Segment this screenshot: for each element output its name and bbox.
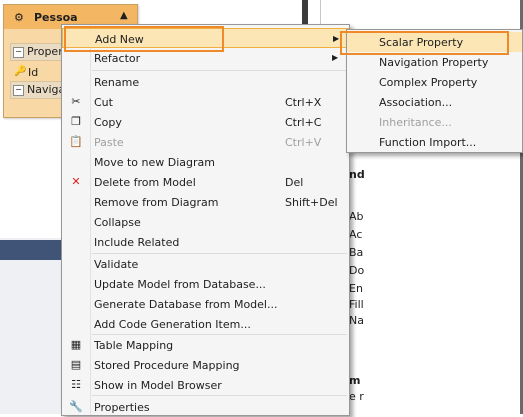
copy-icon: ❐ [71,115,81,128]
menu-item-label: Generate Database from Model... [94,298,278,311]
menu-separator [92,395,347,396]
menu-item-label: Delete from Model [94,176,196,189]
collapse-chevron-icon[interactable]: ▲ [120,10,128,21]
wrench-icon: 🔧 [69,400,83,413]
menu-item-label: Complex Property [379,76,478,89]
right-panel-text: Ac [349,228,363,241]
menu-item-update-model[interactable]: Update Model from Database... [62,274,349,294]
menu-item-collapse[interactable]: Collapse [62,212,349,232]
menu-item-label: Remove from Diagram [94,196,219,209]
right-panel-text: Ab [349,210,364,223]
menu-item-stored-procedure-mapping[interactable]: ▤ Stored Procedure Mapping [62,355,349,375]
menu-item-properties[interactable]: 🔧 Properties [62,397,349,417]
delete-x-icon: ✕ [71,175,81,188]
menu-item-label: Copy [94,116,122,129]
right-panel-text: e r [349,390,364,403]
menu-separator [92,70,347,71]
menu-item-include-related[interactable]: Include Related [62,232,349,252]
background-divider [302,0,308,26]
submenu-item-inheritance[interactable]: Inheritance... [347,112,522,132]
stored-procedure-icon: ▤ [70,358,82,371]
submenu-item-association[interactable]: Association... [347,92,522,112]
key-icon: 🔑 [14,66,27,77]
entity-section-navigation[interactable]: − Navigat [10,81,68,99]
menu-item-label: Cut [94,96,113,109]
highlight-outline [340,31,509,55]
menu-item-label: Function Import... [379,136,477,149]
menu-item-generate-database[interactable]: Generate Database from Model... [62,294,349,314]
background-title-band [0,240,62,260]
menu-item-label: Update Model from Database... [94,278,266,291]
menu-item-label: Navigation Property [379,56,489,69]
background-panel [0,238,62,414]
top-right-panel [320,0,523,28]
menu-item-shortcut: Shift+Del [285,196,338,209]
menu-item-label: Inheritance... [379,116,452,129]
entity-property-id[interactable]: Id [28,66,38,79]
menu-item-label: Add Code Generation Item... [94,318,251,331]
submenu-item-complex-property[interactable]: Complex Property [347,72,522,92]
menu-item-label: Move to new Diagram [94,156,215,169]
right-panel-text: En [349,282,363,295]
right-panel-text: m [349,374,361,387]
menu-item-label: Stored Procedure Mapping [94,359,240,372]
menu-item-label: Rename [94,76,140,89]
menu-item-label: Collapse [94,216,141,229]
menu-item-label: Validate [94,258,139,271]
menu-item-shortcut: Ctrl+X [285,96,322,109]
submenu-arrow-icon: ▶ [333,34,340,43]
paste-icon: 📋 [69,135,83,148]
menu-item-label: Refactor [94,52,141,65]
menu-item-label: Paste [94,136,124,149]
menu-item-remove-from-diagram[interactable]: Remove from Diagram Shift+Del [62,192,349,212]
menu-item-label: Properties [94,401,150,414]
collapse-toggle-icon[interactable]: − [13,46,24,58]
collapse-toggle-icon[interactable]: − [13,84,24,96]
menu-item-add-code-generation[interactable]: Add Code Generation Item... [62,314,349,334]
menu-item-shortcut: Del [285,176,304,189]
submenu-item-function-import[interactable]: Function Import... [347,132,522,152]
menu-item-copy[interactable]: ❐ Copy Ctrl+C [62,112,349,132]
table-mapping-icon: ▦ [70,338,82,351]
right-panel-text: Do [349,264,365,277]
menu-item-shortcut: Ctrl+C [285,116,322,129]
menu-item-shortcut: Ctrl+V [285,136,322,149]
menu-item-move-to-new-diagram[interactable]: Move to new Diagram [62,152,349,172]
menu-item-cut[interactable]: ✂ Cut Ctrl+X [62,92,349,112]
right-panel-text: Na [349,314,364,327]
right-panel-text: Fill [349,298,364,311]
menu-item-label: Association... [379,96,453,109]
menu-item-rename[interactable]: Rename [62,72,349,92]
menu-item-table-mapping[interactable]: ▦ Table Mapping [62,335,349,355]
menu-item-paste[interactable]: 📋 Paste Ctrl+V [62,132,349,152]
entity-icon: ⚙ [14,11,24,24]
submenu-item-navigation-property[interactable]: Navigation Property [347,52,522,72]
right-side-panel: nd Ab Ac Ba Do En Fill Na m e r [346,150,523,414]
menu-item-label: Include Related [94,236,180,249]
entity-title: Pessoa [34,11,78,24]
menu-item-validate[interactable]: Validate [62,254,349,274]
entity-section-properties[interactable]: − Propert [10,43,68,61]
submenu-arrow-icon: ▶ [332,53,339,62]
right-panel-text: nd [349,168,365,181]
right-panel-text: Ba [349,246,364,259]
menu-item-delete-from-model[interactable]: ✕ Delete from Model Del [62,172,349,192]
scissors-icon: ✂ [71,95,81,108]
menu-item-show-in-model-browser[interactable]: ☷ Show in Model Browser [62,375,349,395]
context-menu: Add New ▶ Refactor ▶ Rename ✂ Cut Ctrl+X… [61,24,350,416]
highlight-outline [64,26,224,52]
model-browser-icon: ☷ [71,378,81,391]
menu-item-label: Show in Model Browser [94,379,222,392]
menu-item-label: Table Mapping [94,339,174,352]
